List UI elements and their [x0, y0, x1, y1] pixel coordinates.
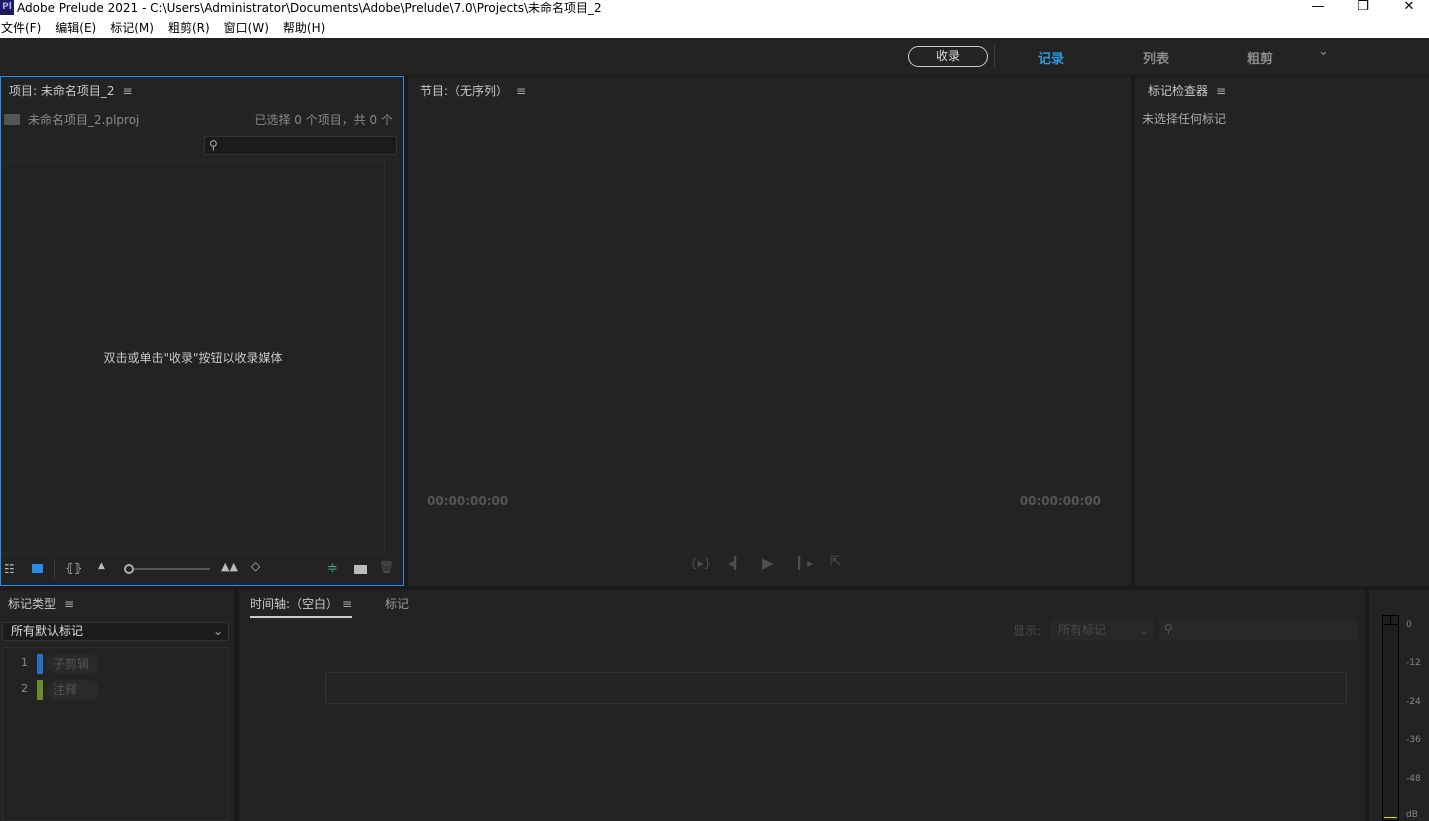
timeline-track[interactable] [325, 672, 1347, 704]
project-panel: 项目: 未命名项目_2 ≡ 未命名项目_2.plproj 已选择 0 个项目，共 … [0, 76, 404, 586]
empty-hint: 双击或单击"收录"按钮以收录媒体 [103, 351, 283, 365]
clip-indicator[interactable] [1383, 616, 1398, 625]
timecode-in: 00:00:00:00 [427, 494, 509, 508]
divider [994, 44, 995, 68]
panel-menu-icon[interactable]: ≡ [342, 597, 352, 611]
icon-view-icon[interactable] [32, 564, 43, 573]
marker-inspector-panel: 标记检查器 ≡ 未选择任何标记 [1135, 76, 1429, 586]
new-bin-icon[interactable] [354, 565, 367, 574]
marker-type-label[interactable]: 注释 [47, 680, 99, 700]
title-bar: Pl Adobe Prelude 2021 - C:\Users\Adminis… [0, 0, 1429, 17]
marker-type-number: 2 [21, 682, 28, 695]
export-frame-icon[interactable]: ⇱ [830, 554, 842, 570]
media-bin-area[interactable]: 双击或单击"收录"按钮以收录媒体 [1, 161, 385, 554]
meter-label: -48 [1406, 774, 1421, 784]
trash-icon[interactable]: 🗑 [379, 560, 394, 574]
expand-icon[interactable]: ◇ [251, 559, 260, 573]
meter-label: -36 [1406, 735, 1421, 745]
menu-rough-cut[interactable]: 粗剪(R) [167, 17, 217, 38]
tab-timeline: 时间轴:（空白） ≡ [250, 595, 353, 618]
workspace-tab-rough-cut[interactable]: 粗剪 [1247, 48, 1273, 67]
timeline-search-input[interactable]: ⚲ [1159, 620, 1358, 640]
zoom-out-icon[interactable]: ▲ [98, 561, 105, 571]
meter-level [1384, 817, 1397, 818]
app-logo: Pl [0, 0, 14, 15]
selection-count: 已选择 0 个项目，共 0 个 [254, 113, 393, 127]
tab-markers[interactable]: 标记 [385, 595, 409, 612]
panel-menu-icon[interactable]: ≡ [123, 84, 133, 98]
zoom-in-icon[interactable]: ▲▲ [221, 560, 238, 573]
inspector-title: 标记检查器 ≡ [1148, 84, 1227, 98]
project-search-input[interactable]: ⚲ [204, 136, 397, 155]
show-label: 显示: [1013, 624, 1042, 638]
program-panel-title: 节目:（无序列） ≡ [420, 84, 527, 98]
match-frame-icon[interactable]: {▸} [690, 556, 711, 570]
menu-edit[interactable]: 编辑(E) [54, 17, 103, 38]
timeline-panel: 时间轴:（空白） ≡ 标记 显示: 所有标记 ⌄ ⚲ [239, 590, 1365, 821]
workspace-more-chevron-icon[interactable]: ⌄ [1318, 44, 1329, 59]
menu-file[interactable]: 文件(F) [0, 17, 48, 38]
restore-button[interactable]: ❐ [1353, 0, 1373, 16]
timecode-out: 00:00:00:00 [1019, 494, 1101, 508]
step-back-icon[interactable]: ◂▎ [728, 556, 743, 570]
divider [54, 559, 55, 579]
list-view-icon[interactable]: ☷ [4, 562, 15, 576]
marker-color-swatch[interactable] [37, 654, 43, 674]
meter-unit-label: dB [1406, 810, 1418, 820]
auto-arrange-icon[interactable]: ≑ [327, 561, 338, 576]
minimize-button[interactable]: — [1308, 0, 1328, 16]
inspector-empty-text: 未选择任何标记 [1142, 112, 1227, 126]
meter-label: 0 [1406, 620, 1412, 630]
menu-marker[interactable]: 标记(M) [109, 17, 161, 38]
folder-up-icon[interactable] [4, 114, 20, 125]
marker-type-list: 1 子剪辑 2 注释 [2, 647, 229, 821]
window-title: Adobe Prelude 2021 - C:\Users\Administra… [17, 1, 602, 15]
menu-bar: 文件(F) 编辑(E) 标记(M) 粗剪(R) 窗口(W) 帮助(H) [0, 17, 1429, 38]
zoom-slider-track[interactable] [134, 568, 210, 570]
workspace-tab-log[interactable]: 记录 [1038, 48, 1064, 67]
menu-window[interactable]: 窗口(W) [223, 17, 276, 38]
step-forward-icon[interactable]: ▎▸ [798, 556, 813, 570]
show-filter-select[interactable]: 所有标记 ⌄ [1050, 620, 1154, 640]
search-icon: ⚲ [1164, 622, 1173, 636]
marker-type-label[interactable]: 子剪辑 [47, 654, 99, 674]
close-button[interactable]: ✕ [1399, 0, 1419, 16]
zoom-slider-handle[interactable] [124, 564, 134, 574]
marker-types-title: 标记类型 ≡ [8, 597, 75, 611]
meter-label: -24 [1406, 697, 1421, 707]
marker-type-number: 1 [21, 656, 28, 669]
chevron-down-icon: ⌄ [1138, 623, 1149, 637]
search-icon: ⚲ [209, 138, 218, 152]
panel-menu-icon[interactable]: ≡ [516, 84, 526, 98]
workspace-bar: 收录 记录 列表 粗剪 ⌄ [0, 38, 1429, 75]
audio-meter [1382, 615, 1399, 821]
meter-label: -12 [1406, 658, 1421, 668]
workspace-tab-list[interactable]: 列表 [1143, 48, 1169, 67]
play-icon[interactable]: ▶ [762, 554, 774, 572]
sort-icon[interactable]: ⦃⦄ [65, 561, 83, 575]
audio-meter-panel: 0 -12 -24 -36 -48 dB [1369, 590, 1429, 821]
marker-filter-select[interactable]: 所有默认标记 ⌄ [2, 622, 229, 641]
project-panel-title: 项目: 未命名项目_2 ≡ [9, 84, 133, 98]
project-file-name: 未命名项目_2.plproj [28, 113, 140, 127]
marker-types-panel: 标记类型 ≡ 所有默认标记 ⌄ 1 子剪辑 2 注释 [0, 590, 234, 821]
program-panel: 节目:（无序列） ≡ 00:00:00:00 00:00:00:00 {▸} ◂▎… [408, 76, 1131, 586]
chevron-down-icon: ⌄ [212, 624, 223, 638]
menu-help[interactable]: 帮助(H) [282, 17, 332, 38]
panel-menu-icon[interactable]: ≡ [1216, 84, 1226, 98]
panel-menu-icon[interactable]: ≡ [64, 597, 74, 611]
marker-color-swatch[interactable] [37, 680, 43, 700]
ingest-button[interactable]: 收录 [908, 46, 988, 67]
